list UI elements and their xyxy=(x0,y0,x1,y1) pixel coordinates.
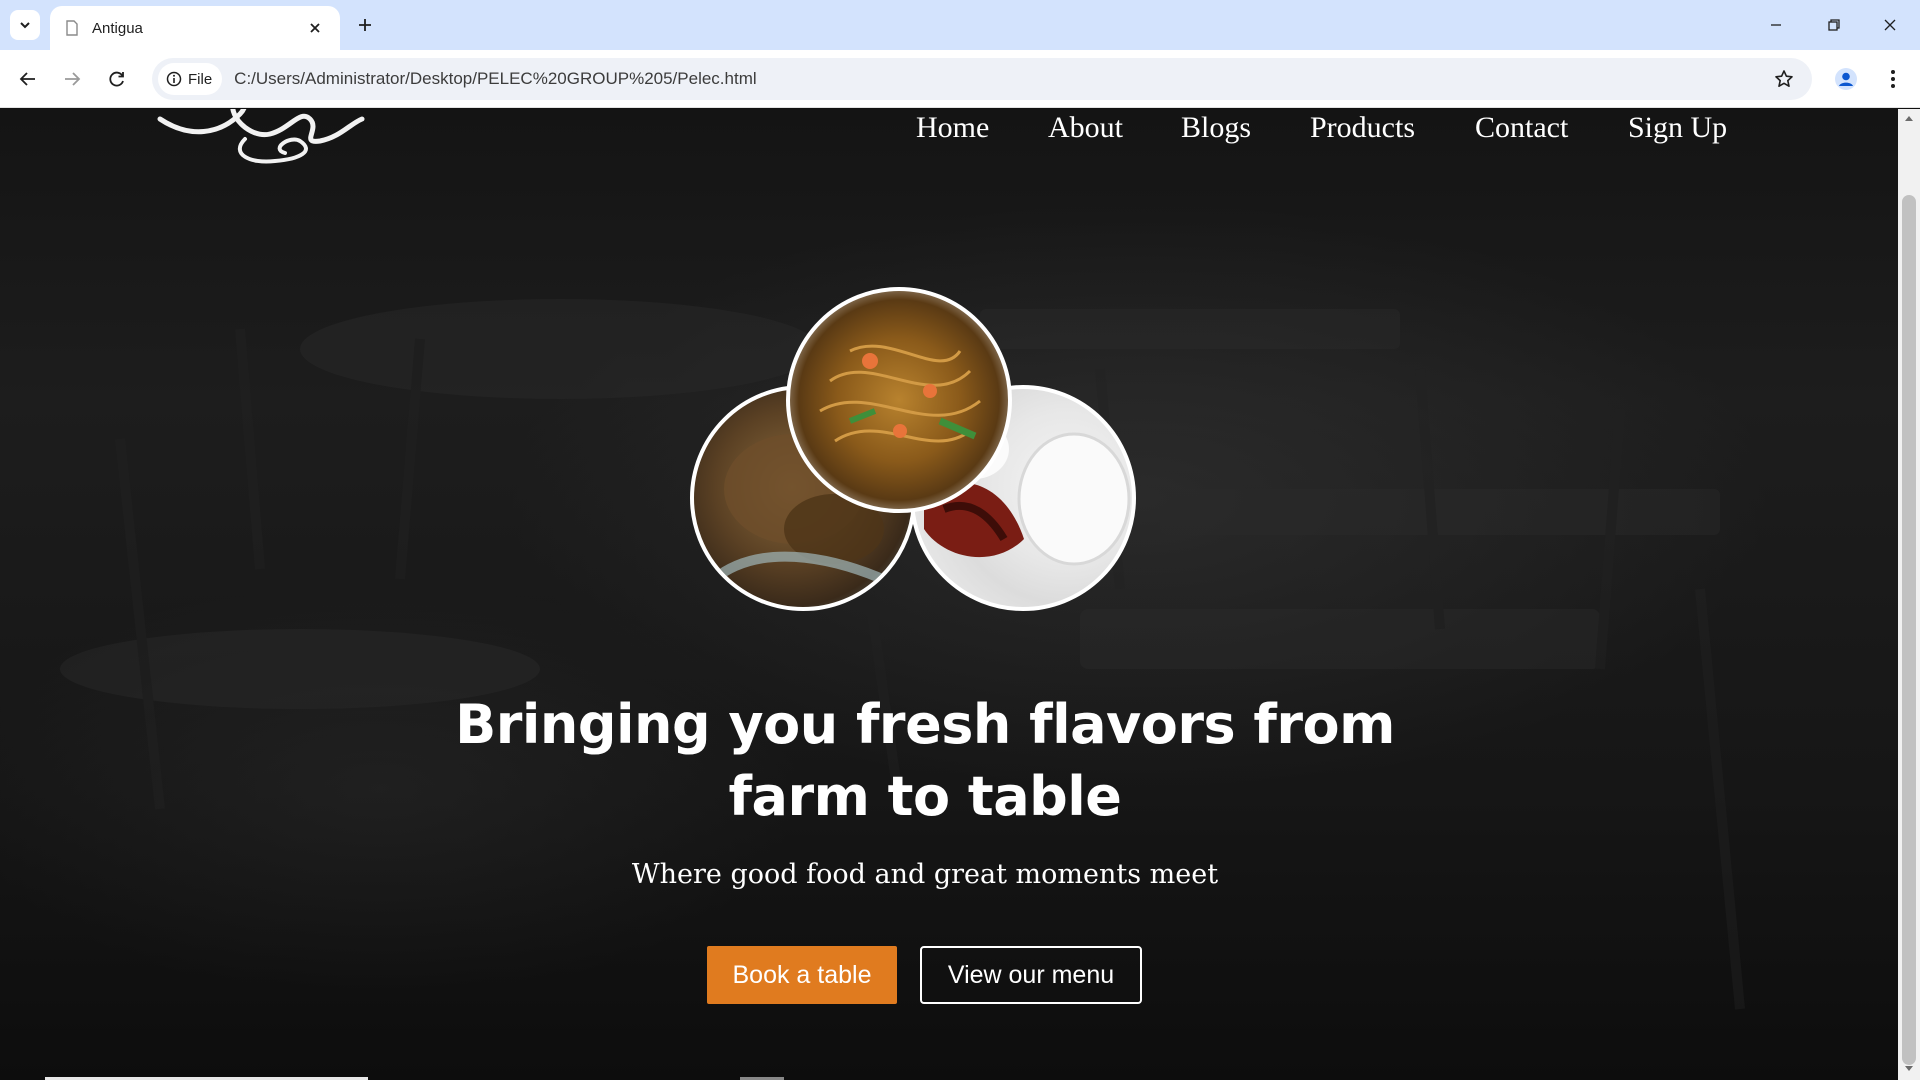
plus-icon xyxy=(359,19,371,31)
nav-blogs[interactable]: Blogs xyxy=(1181,111,1251,145)
scrollbar-thumb[interactable] xyxy=(1902,195,1916,1065)
nav-sign-up[interactable]: Sign Up xyxy=(1628,111,1727,145)
pancit-noodles-image xyxy=(786,287,1012,513)
kebab-icon xyxy=(1891,70,1895,88)
hero-headline-line-2: farm to table xyxy=(728,765,1122,828)
reload-icon xyxy=(109,71,124,87)
nav-products[interactable]: Products xyxy=(1310,111,1415,145)
close-icon xyxy=(1884,19,1896,31)
star-icon xyxy=(1775,70,1793,87)
chevron-down-icon xyxy=(20,22,30,29)
hero-headline-line-1: Bringing you fresh flavors from xyxy=(455,693,1395,756)
url-text[interactable]: C:/Users/Administrator/Desktop/PELEC%20G… xyxy=(234,69,1768,89)
address-bar[interactable]: File C:/Users/Administrator/Desktop/PELE… xyxy=(152,58,1812,100)
browser-tab[interactable]: Antigua xyxy=(50,6,340,50)
arrow-right-icon xyxy=(65,72,81,86)
page-icon xyxy=(64,20,80,36)
restore-icon xyxy=(1828,19,1840,31)
site-navigation: Home About Blogs Products Contact Sign U… xyxy=(0,111,1898,161)
back-button[interactable] xyxy=(12,63,44,95)
info-icon xyxy=(166,71,182,87)
food-image-cluster xyxy=(690,287,1140,617)
tab-title: Antigua xyxy=(92,19,143,37)
nav-about[interactable]: About xyxy=(1048,111,1123,145)
hero-subheading: Where good food and great moments meet xyxy=(631,859,1219,890)
scroll-down-icon[interactable] xyxy=(1904,1064,1914,1074)
browser-menu-button[interactable] xyxy=(1878,63,1908,95)
nav-home[interactable]: Home xyxy=(916,111,989,145)
minimize-icon xyxy=(1771,24,1781,26)
hero-headline: Bringing you fresh flavors from farm to … xyxy=(400,689,1450,833)
site-info-chip[interactable]: File xyxy=(158,63,223,95)
tab-search-button[interactable] xyxy=(10,10,40,40)
new-tab-button[interactable] xyxy=(352,12,378,38)
view-menu-button[interactable]: View our menu xyxy=(920,946,1142,1004)
close-icon[interactable] xyxy=(304,17,326,39)
site-info-label: File xyxy=(188,70,213,88)
profile-button[interactable] xyxy=(1830,63,1862,95)
nav-contact[interactable]: Contact xyxy=(1475,111,1568,145)
close-window-button[interactable] xyxy=(1862,0,1918,50)
page-viewport: Home About Blogs Products Contact Sign U… xyxy=(0,109,1898,1080)
minimize-button[interactable] xyxy=(1748,0,1804,50)
forward-button[interactable] xyxy=(56,63,88,95)
vertical-scrollbar[interactable] xyxy=(1898,109,1920,1080)
bookmark-button[interactable] xyxy=(1768,63,1800,95)
reload-button[interactable] xyxy=(101,63,133,95)
scroll-up-icon[interactable] xyxy=(1904,113,1914,123)
tab-strip: Antigua xyxy=(0,0,1920,50)
book-table-button[interactable]: Book a table xyxy=(707,946,897,1004)
arrow-left-icon xyxy=(19,72,35,86)
person-icon xyxy=(1835,68,1857,90)
browser-toolbar: File C:/Users/Administrator/Desktop/PELE… xyxy=(0,50,1920,108)
restore-button[interactable] xyxy=(1806,0,1862,50)
